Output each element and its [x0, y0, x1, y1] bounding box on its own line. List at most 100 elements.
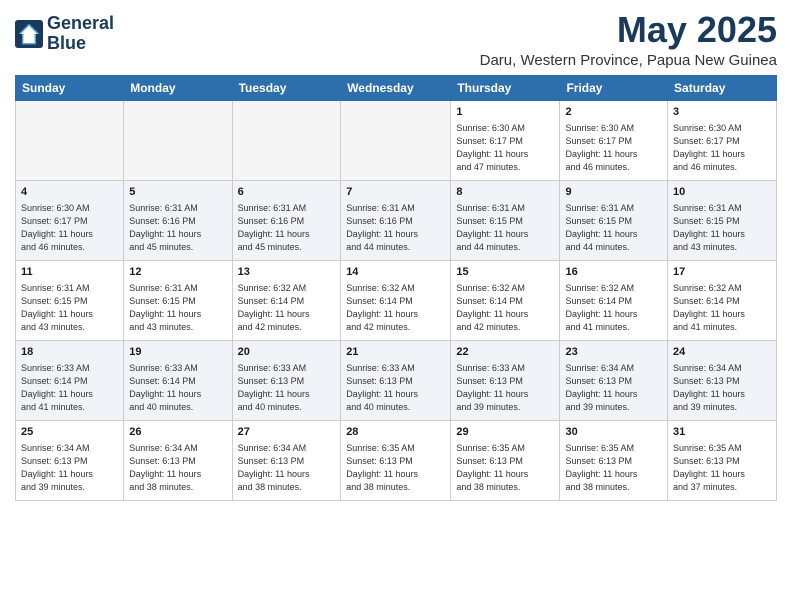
day-number: 3 [673, 105, 771, 120]
calendar-cell: 19 Sunrise: 6:33 AM Sunset: 6:14 PM Dayli… [124, 340, 232, 420]
title-block: May 2025 Daru, Western Province, Papua N… [480, 10, 777, 69]
day-number: 18 [21, 345, 118, 360]
day-info: Sunrise: 6:35 AM Sunset: 6:13 PM Dayligh… [456, 442, 554, 494]
calendar-cell: 30 Sunrise: 6:35 AM Sunset: 6:13 PM Dayli… [560, 420, 668, 500]
calendar-cell: 1Sunrise: 6:30 AM Sunset: 6:17 PM Daylig… [451, 100, 560, 180]
calendar-cell: 28Sunrise: 6:35 AM Sunset: 6:13 PM Dayli… [341, 420, 451, 500]
calendar-cell: 26 Sunrise: 6:34 AM Sunset: 6:13 PM Dayli… [124, 420, 232, 500]
day-info: Sunrise: 6:34 AM Sunset: 6:13 PM Dayligh… [21, 442, 118, 494]
calendar-cell: 12 Sunrise: 6:31 AM Sunset: 6:15 PM Dayli… [124, 260, 232, 340]
day-info: Sunrise: 6:32 AM Sunset: 6:14 PM Dayligh… [673, 282, 771, 334]
weekday-header: Saturday [668, 75, 777, 100]
day-info: Sunrise: 6:35 AM Sunset: 6:13 PM Dayligh… [565, 442, 662, 494]
logo-icon [15, 20, 43, 48]
calendar-cell: 22 Sunrise: 6:33 AM Sunset: 6:13 PM Dayli… [451, 340, 560, 420]
day-number: 5 [129, 185, 226, 200]
day-info: Sunrise: 6:34 AM Sunset: 6:13 PM Dayligh… [565, 362, 662, 414]
calendar-cell: 6 Sunrise: 6:31 AM Sunset: 6:16 PM Daylig… [232, 180, 341, 260]
calendar-cell: 9Sunrise: 6:31 AM Sunset: 6:15 PM Daylig… [560, 180, 668, 260]
header: General Blue May 2025 Daru, Western Prov… [15, 10, 777, 69]
day-number: 2 [565, 105, 662, 120]
calendar-header-row: SundayMondayTuesdayWednesdayThursdayFrid… [16, 75, 777, 100]
calendar-cell: 23 Sunrise: 6:34 AM Sunset: 6:13 PM Dayli… [560, 340, 668, 420]
day-number: 14 [346, 265, 445, 280]
calendar-cell: 21 Sunrise: 6:33 AM Sunset: 6:13 PM Dayli… [341, 340, 451, 420]
calendar-table: SundayMondayTuesdayWednesdayThursdayFrid… [15, 75, 777, 501]
calendar-cell [341, 100, 451, 180]
weekday-header: Friday [560, 75, 668, 100]
calendar-cell: 8 Sunrise: 6:31 AM Sunset: 6:15 PM Daylig… [451, 180, 560, 260]
calendar-cell: 29 Sunrise: 6:35 AM Sunset: 6:13 PM Dayli… [451, 420, 560, 500]
calendar-cell: 13 Sunrise: 6:32 AM Sunset: 6:14 PM Dayli… [232, 260, 341, 340]
weekday-header: Tuesday [232, 75, 341, 100]
day-info: Sunrise: 6:33 AM Sunset: 6:13 PM Dayligh… [346, 362, 445, 414]
calendar-cell: 24Sunrise: 6:34 AM Sunset: 6:13 PM Dayli… [668, 340, 777, 420]
calendar-cell: 17 Sunrise: 6:32 AM Sunset: 6:14 PM Dayli… [668, 260, 777, 340]
day-number: 30 [565, 425, 662, 440]
calendar-cell: 20 Sunrise: 6:33 AM Sunset: 6:13 PM Dayli… [232, 340, 341, 420]
day-info: Sunrise: 6:32 AM Sunset: 6:14 PM Dayligh… [456, 282, 554, 334]
day-info: Sunrise: 6:31 AM Sunset: 6:15 PM Dayligh… [565, 202, 662, 254]
day-info: Sunrise: 6:30 AM Sunset: 6:17 PM Dayligh… [565, 122, 662, 174]
day-number: 26 [129, 425, 226, 440]
day-number: 22 [456, 345, 554, 360]
day-number: 12 [129, 265, 226, 280]
logo-text: General Blue [47, 14, 114, 54]
day-number: 13 [238, 265, 336, 280]
calendar-cell: 25 Sunrise: 6:34 AM Sunset: 6:13 PM Dayli… [16, 420, 124, 500]
day-number: 25 [21, 425, 118, 440]
day-number: 17 [673, 265, 771, 280]
day-info: Sunrise: 6:30 AM Sunset: 6:17 PM Dayligh… [456, 122, 554, 174]
day-info: Sunrise: 6:34 AM Sunset: 6:13 PM Dayligh… [129, 442, 226, 494]
day-number: 10 [673, 185, 771, 200]
calendar-cell: 7 Sunrise: 6:31 AM Sunset: 6:16 PM Daylig… [341, 180, 451, 260]
month-title: May 2025 [480, 10, 777, 50]
day-number: 6 [238, 185, 336, 200]
day-number: 4 [21, 185, 118, 200]
calendar-week-row: 25 Sunrise: 6:34 AM Sunset: 6:13 PM Dayli… [16, 420, 777, 500]
day-info: Sunrise: 6:30 AM Sunset: 6:17 PM Dayligh… [21, 202, 118, 254]
day-number: 21 [346, 345, 445, 360]
day-info: Sunrise: 6:33 AM Sunset: 6:14 PM Dayligh… [129, 362, 226, 414]
calendar-cell [124, 100, 232, 180]
day-number: 31 [673, 425, 771, 440]
day-info: Sunrise: 6:33 AM Sunset: 6:13 PM Dayligh… [238, 362, 336, 414]
logo-line2: Blue [47, 34, 114, 54]
day-number: 15 [456, 265, 554, 280]
day-info: Sunrise: 6:31 AM Sunset: 6:16 PM Dayligh… [238, 202, 336, 254]
calendar-cell: 5 Sunrise: 6:31 AM Sunset: 6:16 PM Daylig… [124, 180, 232, 260]
day-info: Sunrise: 6:33 AM Sunset: 6:14 PM Dayligh… [21, 362, 118, 414]
calendar-cell: 31Sunrise: 6:35 AM Sunset: 6:13 PM Dayli… [668, 420, 777, 500]
day-info: Sunrise: 6:31 AM Sunset: 6:15 PM Dayligh… [21, 282, 118, 334]
calendar-cell: 15 Sunrise: 6:32 AM Sunset: 6:14 PM Dayli… [451, 260, 560, 340]
calendar-week-row: 11Sunrise: 6:31 AM Sunset: 6:15 PM Dayli… [16, 260, 777, 340]
day-number: 29 [456, 425, 554, 440]
day-number: 16 [565, 265, 662, 280]
day-info: Sunrise: 6:31 AM Sunset: 6:16 PM Dayligh… [346, 202, 445, 254]
day-info: Sunrise: 6:31 AM Sunset: 6:16 PM Dayligh… [129, 202, 226, 254]
weekday-header: Thursday [451, 75, 560, 100]
day-info: Sunrise: 6:35 AM Sunset: 6:13 PM Dayligh… [346, 442, 445, 494]
day-number: 20 [238, 345, 336, 360]
calendar-cell: 27Sunrise: 6:34 AM Sunset: 6:13 PM Dayli… [232, 420, 341, 500]
day-number: 7 [346, 185, 445, 200]
day-number: 8 [456, 185, 554, 200]
day-number: 19 [129, 345, 226, 360]
page: General Blue May 2025 Daru, Western Prov… [0, 0, 792, 612]
day-info: Sunrise: 6:33 AM Sunset: 6:13 PM Dayligh… [456, 362, 554, 414]
calendar-cell: 10 Sunrise: 6:31 AM Sunset: 6:15 PM Dayli… [668, 180, 777, 260]
day-info: Sunrise: 6:31 AM Sunset: 6:15 PM Dayligh… [456, 202, 554, 254]
calendar-cell: 2 Sunrise: 6:30 AM Sunset: 6:17 PM Daylig… [560, 100, 668, 180]
day-info: Sunrise: 6:32 AM Sunset: 6:14 PM Dayligh… [238, 282, 336, 334]
weekday-header: Wednesday [341, 75, 451, 100]
day-info: Sunrise: 6:34 AM Sunset: 6:13 PM Dayligh… [673, 362, 771, 414]
day-info: Sunrise: 6:30 AM Sunset: 6:17 PM Dayligh… [673, 122, 771, 174]
weekday-header: Sunday [16, 75, 124, 100]
day-info: Sunrise: 6:32 AM Sunset: 6:14 PM Dayligh… [346, 282, 445, 334]
calendar-week-row: 1Sunrise: 6:30 AM Sunset: 6:17 PM Daylig… [16, 100, 777, 180]
day-info: Sunrise: 6:31 AM Sunset: 6:15 PM Dayligh… [129, 282, 226, 334]
logo: General Blue [15, 14, 114, 54]
day-info: Sunrise: 6:31 AM Sunset: 6:15 PM Dayligh… [673, 202, 771, 254]
day-number: 23 [565, 345, 662, 360]
calendar-cell [16, 100, 124, 180]
